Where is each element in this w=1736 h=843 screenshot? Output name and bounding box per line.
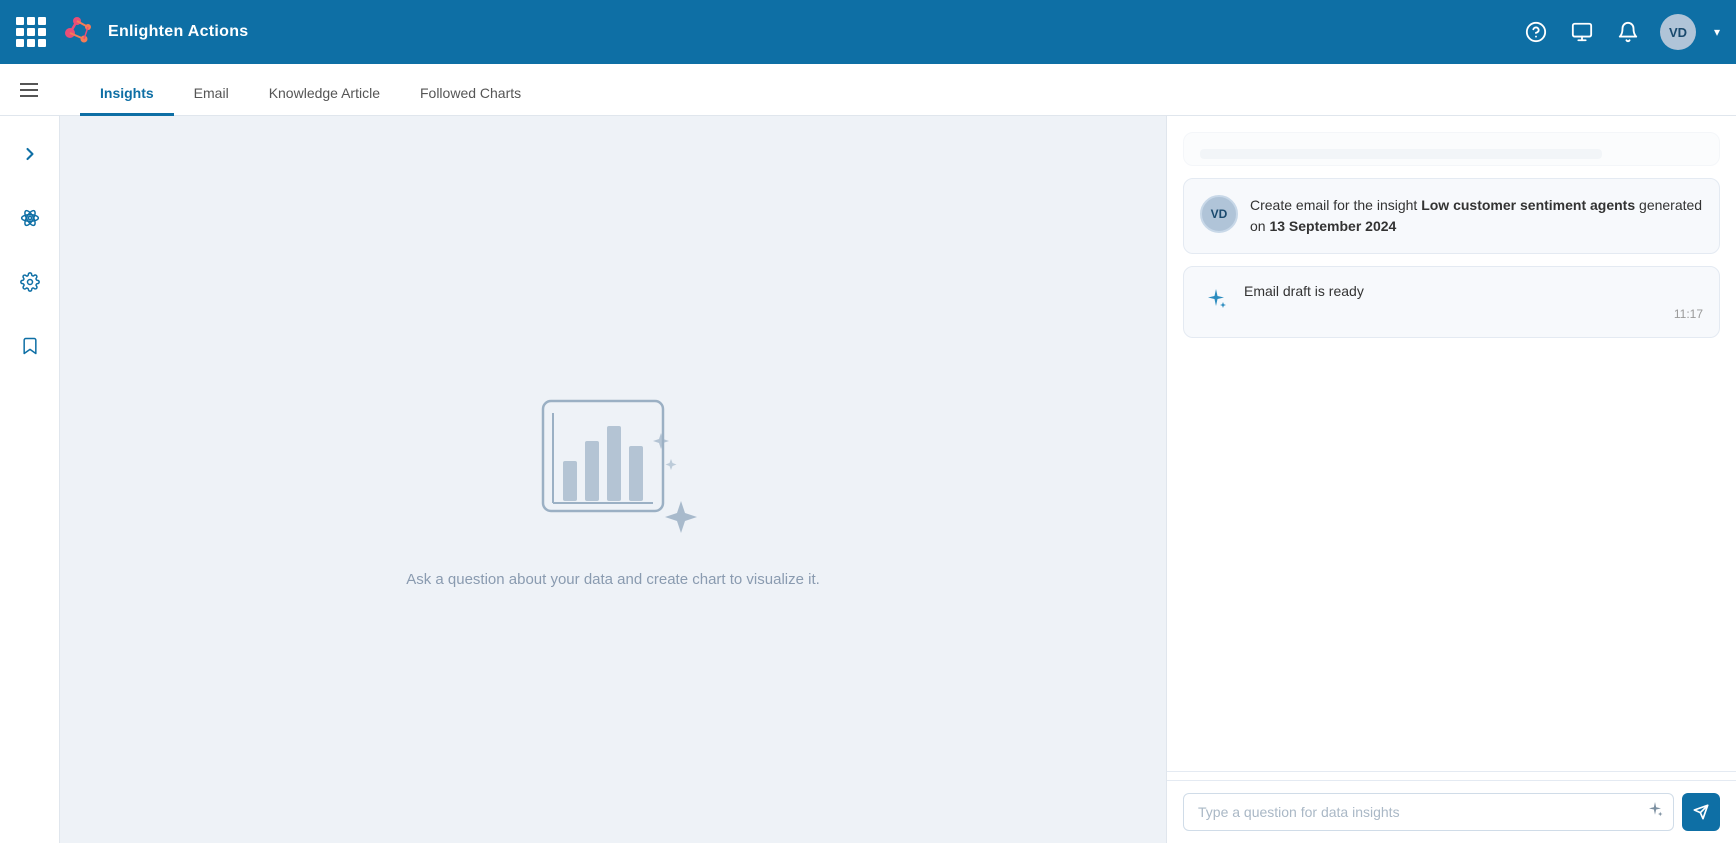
avatar[interactable]: VD: [1660, 14, 1696, 50]
avatar-chevron-icon[interactable]: ▾: [1714, 25, 1720, 39]
send-icon: [1693, 804, 1709, 820]
tab-insights[interactable]: Insights: [80, 73, 174, 116]
bell-icon[interactable]: [1614, 18, 1642, 46]
tab-knowledge-article[interactable]: Knowledge Article: [249, 73, 400, 116]
brand-logo: [56, 11, 98, 53]
chat-messages-list: VD Create email for the insight Low cust…: [1167, 116, 1736, 763]
expand-panel-icon[interactable]: [12, 136, 48, 172]
chat-send-button[interactable]: [1682, 793, 1720, 831]
hamburger-menu-icon[interactable]: [20, 83, 38, 97]
top-navigation: Enlighten Actions CX one: [0, 0, 1736, 64]
right-chat-panel: VD Create email for the insight Low cust…: [1166, 116, 1736, 843]
main-layout: Ask a question about your data and creat…: [0, 116, 1736, 843]
ai-sparkle-icon: [1200, 283, 1232, 315]
bookmark-icon[interactable]: [12, 328, 48, 364]
chat-input-area: [1167, 780, 1736, 843]
nav-left: Enlighten Actions: [16, 11, 249, 53]
chart-placeholder: Ask a question about your data and creat…: [406, 371, 820, 588]
left-sidebar: [0, 116, 60, 843]
ai-message-timestamp: 11:17: [1244, 307, 1703, 321]
user-message-text: Create email for the insight Low custome…: [1250, 195, 1703, 237]
monitor-icon[interactable]: [1568, 18, 1596, 46]
nav-right: VD ▾: [1522, 14, 1720, 50]
chat-divider: [1167, 771, 1736, 772]
chart-illustration: [513, 371, 713, 551]
ai-message-body: Email draft is ready 11:17: [1244, 283, 1703, 321]
placeholder-label: Ask a question about your data and creat…: [406, 571, 820, 588]
atom-icon[interactable]: [12, 200, 48, 236]
app-title: Enlighten Actions: [108, 23, 249, 41]
user-message-row: VD Create email for the insight Low cust…: [1200, 195, 1703, 237]
user-message-avatar: VD: [1200, 195, 1238, 233]
ai-message-row: Email draft is ready 11:17: [1200, 283, 1703, 321]
tab-followed-charts[interactable]: Followed Charts: [400, 73, 541, 116]
help-icon[interactable]: [1522, 18, 1550, 46]
ai-message-text: Email draft is ready: [1244, 283, 1703, 299]
grid-menu-icon[interactable]: [16, 17, 46, 47]
chat-input[interactable]: [1183, 793, 1674, 831]
tab-email[interactable]: Email: [174, 73, 249, 116]
chart-content-area: Ask a question about your data and creat…: [60, 116, 1166, 843]
ai-message-card: Email draft is ready 11:17: [1183, 266, 1720, 338]
sparkle-svg: [1204, 287, 1228, 311]
user-message-card: VD Create email for the insight Low cust…: [1183, 178, 1720, 254]
settings-icon[interactable]: [12, 264, 48, 300]
partial-top-message: [1183, 132, 1720, 166]
sub-navigation: Insights Email Knowledge Article Followe…: [0, 64, 1736, 116]
chat-input-wrap: [1183, 793, 1674, 831]
input-sparkle-icon: [1646, 801, 1664, 824]
